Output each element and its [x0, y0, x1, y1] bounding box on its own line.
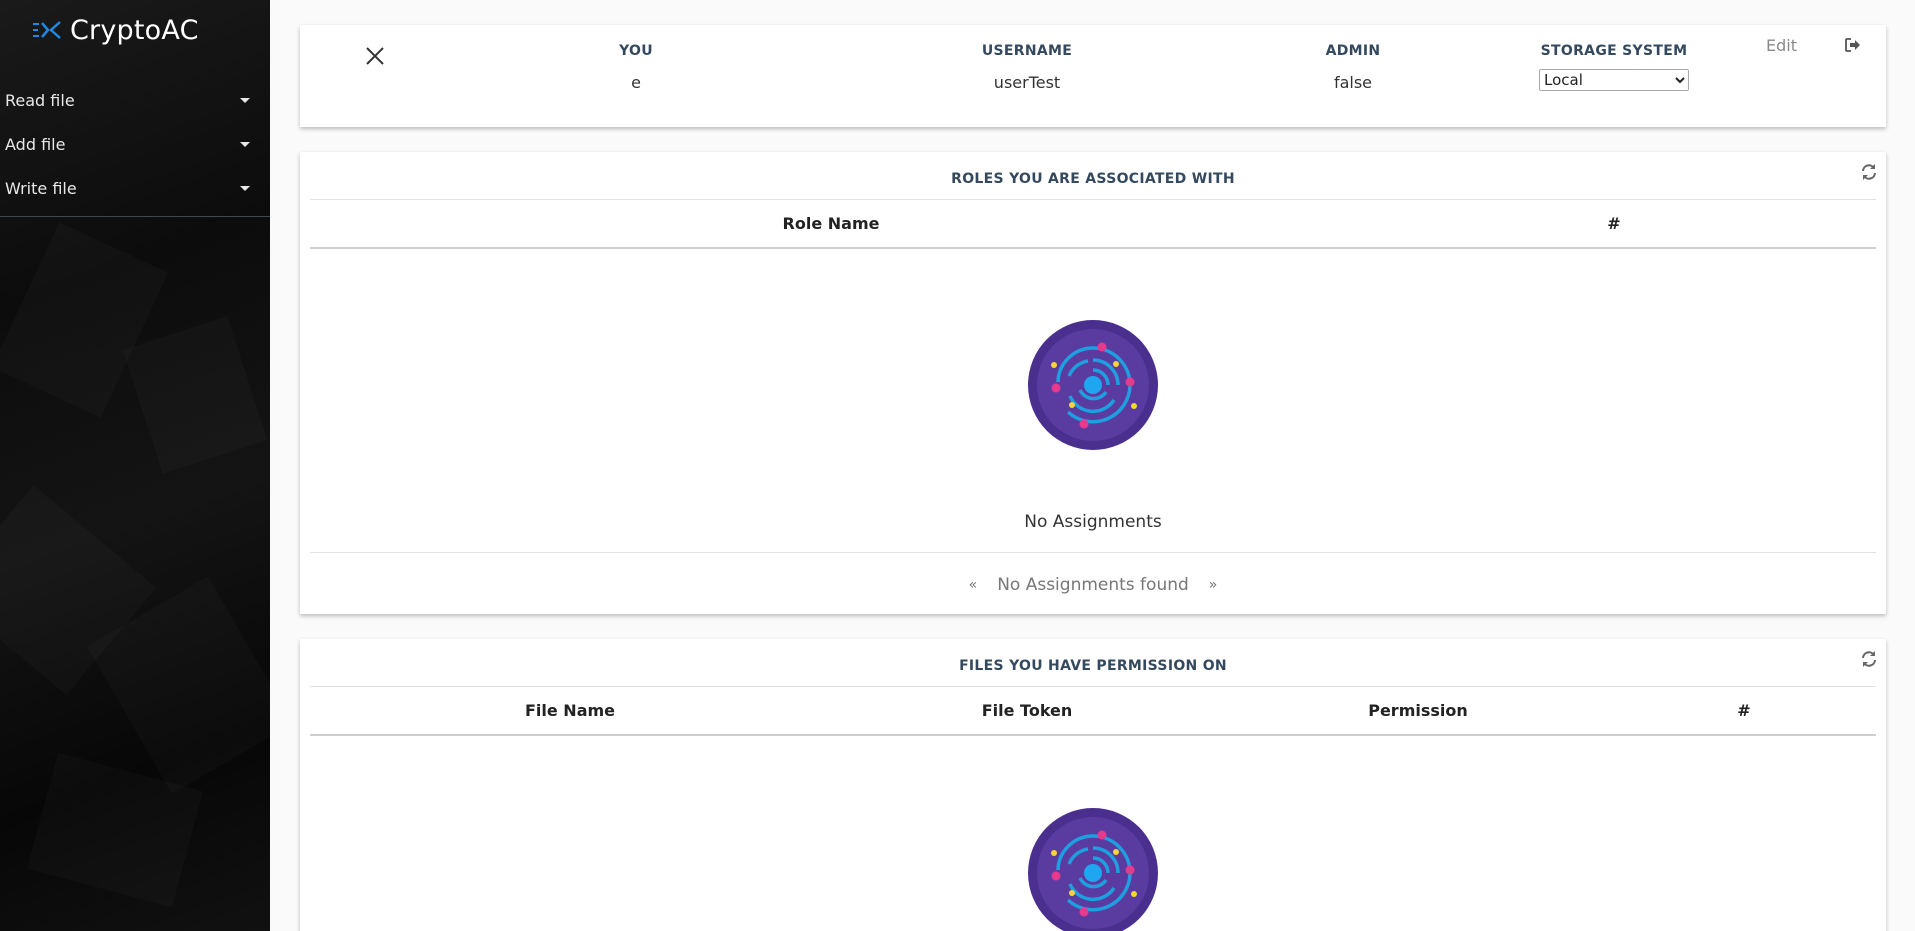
galaxy-empty-icon: [1028, 808, 1158, 931]
files-card: FILES YOU HAVE PERMISSION ON File Name F…: [300, 639, 1886, 931]
sidebar-item-label: Read file: [5, 90, 75, 110]
admin-value: false: [1333, 73, 1373, 92]
galaxy-empty-icon: [1028, 320, 1158, 450]
admin-column: ADMIN false: [1326, 43, 1381, 92]
divider: [310, 686, 1876, 687]
brand: CryptoAC: [32, 12, 199, 48]
storage-system-column: STORAGE SYSTEM Local: [1539, 43, 1689, 91]
username-label: USERNAME: [981, 43, 1073, 59]
column-header-file-name: File Name: [524, 701, 616, 720]
sidebar-item-read-file[interactable]: Read file: [0, 78, 270, 122]
user-info-card: YOU e USERNAME userTest ADMIN false STOR…: [300, 25, 1886, 127]
caret-down-icon: [240, 185, 250, 191]
you-column: YOU e: [619, 43, 653, 92]
empty-state-text: No Assignments: [1024, 512, 1162, 532]
username-value: userTest: [993, 73, 1061, 92]
admin-label: ADMIN: [1325, 43, 1381, 59]
column-header-actions: #: [1607, 214, 1621, 233]
files-section-title: FILES YOU HAVE PERMISSION ON: [959, 658, 1227, 674]
roles-section-title: ROLES YOU ARE ASSOCIATED WITH: [951, 171, 1235, 187]
column-header-permission: Permission: [1368, 701, 1468, 720]
caret-down-icon: [240, 97, 250, 103]
divider: [310, 552, 1876, 553]
refresh-icon[interactable]: [1860, 163, 1878, 181]
storage-system-select[interactable]: Local: [1539, 69, 1689, 91]
you-label: YOU: [619, 43, 653, 59]
sidebar-item-add-file[interactable]: Add file: [0, 122, 270, 166]
sidebar-item-write-file[interactable]: Write file: [0, 166, 270, 210]
column-header-actions: #: [1737, 701, 1751, 720]
close-icon[interactable]: [364, 45, 386, 67]
divider: [310, 734, 1876, 736]
username-column: USERNAME userTest: [982, 43, 1072, 92]
app-name: CryptoAC: [70, 14, 199, 46]
pager-status-text: No Assignments found: [997, 575, 1189, 595]
column-header-role-name: Role Name: [782, 214, 880, 233]
sidebar-item-label: Write file: [5, 178, 77, 198]
sidebar-item-label: Add file: [5, 134, 66, 154]
you-value: e: [631, 73, 641, 92]
pager-next-button[interactable]: »: [1209, 577, 1218, 593]
sidebar-menu: Read file Add file Write file: [0, 78, 270, 217]
storage-system-label: STORAGE SYSTEM: [1540, 43, 1688, 59]
roles-card: ROLES YOU ARE ASSOCIATED WITH Role Name …: [300, 152, 1886, 614]
pager-prev-button[interactable]: «: [969, 577, 978, 593]
sidebar: CryptoAC Read file Add file Write file: [0, 0, 270, 931]
divider: [310, 199, 1876, 200]
caret-down-icon: [240, 141, 250, 147]
pagination: « No Assignments found »: [300, 575, 1886, 595]
divider: [310, 247, 1876, 249]
edit-button[interactable]: Edit: [1766, 36, 1797, 55]
column-header-file-token: File Token: [981, 701, 1073, 720]
refresh-icon[interactable]: [1860, 650, 1878, 668]
cryptoac-logo-icon: [33, 21, 61, 39]
logout-icon[interactable]: [1844, 37, 1862, 53]
